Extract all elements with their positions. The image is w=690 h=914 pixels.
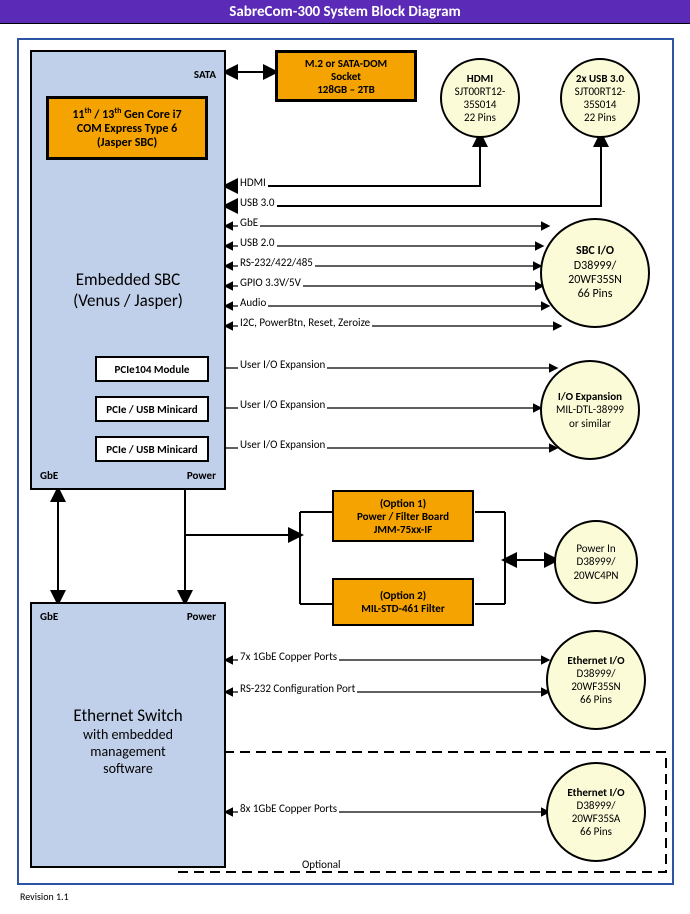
sata-label: SATA (194, 68, 216, 81)
hdmi-l2: 35S014 (464, 98, 497, 111)
pcie104-module: PCIe104 Module (95, 356, 209, 382)
eth1-l1: D38999/ (577, 667, 616, 680)
ioexp-title: I/O Expansion (558, 390, 622, 403)
ioexp-l1: MIL-DTL-38999 (556, 403, 624, 416)
opt2-l1: (Option 2) (380, 589, 426, 602)
revision-label: Revision 1.1 (20, 890, 69, 903)
sbc-gbe-label: GbE (40, 469, 58, 482)
opt1-l1: (Option 1) (380, 497, 426, 510)
minicard-1: PCIe / USB Minicard (95, 396, 209, 422)
power-in-connector: Power In D38999/ 20WC4PN (554, 520, 638, 604)
eth-power-label: Power (187, 610, 216, 623)
eth2-l3: 66 Pins (580, 825, 612, 838)
bus-hdmi: HDMI (238, 176, 268, 189)
bus-gbe: GbE (238, 216, 260, 229)
hdmi-l1: SJT00RT12- (455, 85, 506, 98)
storage-l3: 128GB – 2TB (317, 83, 375, 96)
hdmi-title: HDMI (467, 72, 493, 85)
usb-l1: SJT00RT12- (575, 85, 626, 98)
pwr-title: Power In (576, 542, 615, 555)
ethernet-io-1-connector: Ethernet I/O D38999/ 20WF35SN 66 Pins (546, 630, 646, 730)
opt2-l2: MIL-STD-461 Filter (361, 602, 445, 615)
hdmi-connector: HDMI SJT00RT12- 35S014 22 Pins (440, 58, 520, 138)
bus-cfg: RS-232 Configuration Port (238, 682, 357, 695)
bus-usb30: USB 3.0 (238, 196, 277, 209)
eth1-l3: 66 Pins (580, 693, 612, 706)
sbcio-l1: D38999/ (574, 259, 616, 273)
sbc-title-line1: Embedded SBC (76, 269, 181, 290)
eth2-title: Ethernet I/O (567, 786, 624, 799)
usb-title: 2x USB 3.0 (576, 72, 624, 85)
bus-rs: RS-232/422/485 (238, 256, 315, 269)
usb-l2: 35S014 (584, 98, 617, 111)
hdmi-l3: 22 Pins (464, 111, 496, 124)
eth-line3: management (90, 743, 165, 760)
bus-uio3: User I/O Expansion (238, 438, 327, 451)
ethernet-switch-block: GbE Power Ethernet Switch with embedded … (30, 602, 226, 868)
opt1-l3: JMM-75xx-IF (374, 523, 433, 536)
ethernet-io-2-connector: Ethernet I/O D38999/ 20WF35SA 66 Pins (546, 762, 646, 862)
storage-block: M.2 or SATA-DOM Socket 128GB – 2TB (275, 50, 417, 102)
usb-connector: 2x USB 3.0 SJT00RT12- 35S014 22 Pins (560, 58, 640, 138)
com-line2: COM Express Type 6 (77, 122, 177, 136)
sbcio-l3: 66 Pins (578, 287, 613, 301)
eth-line2: with embedded (83, 726, 173, 743)
eth2-l2: 20WF35SA (572, 812, 620, 825)
sbc-title-line2: (Venus / Jasper) (73, 290, 183, 311)
sbcio-title: SBC I/O (576, 244, 614, 258)
usb-l3: 22 Pins (584, 111, 616, 124)
com-line3: (Jasper SBC) (97, 136, 157, 150)
bus-gpio: GPIO 3.3V/5V (238, 276, 303, 289)
option2-block: (Option 2) MIL-STD-461 Filter (332, 578, 474, 626)
bus-uio2: User I/O Expansion (238, 398, 327, 411)
minicard-2: PCIe / USB Minicard (95, 436, 209, 462)
optional-label: Optional (300, 858, 343, 871)
sbcio-l2: 20WF35SN (568, 273, 622, 287)
eth2-l1: D38999/ (577, 799, 616, 812)
ioexp-l2: or similar (569, 417, 611, 430)
com-line1: 11th / 13th Gen Core i7 (72, 106, 181, 122)
pwr-l1: D38999/ (577, 555, 616, 568)
eth-line1: Ethernet Switch (73, 705, 182, 726)
bus-usb20: USB 2.0 (238, 236, 277, 249)
storage-l2: Socket (331, 70, 361, 83)
eth-line4: software (103, 760, 153, 777)
storage-l1: M.2 or SATA-DOM (305, 57, 387, 70)
sbc-power-label: Power (187, 469, 216, 482)
opt1-l2: Power / Filter Board (357, 510, 449, 523)
bus-i2c: I2C, PowerBtn, Reset, Zeroize (238, 316, 372, 329)
eth-gbe-label: GbE (40, 610, 58, 623)
diagram-stage: SabreCom-300 System Block Diagram (0, 0, 690, 914)
io-expansion-connector: I/O Expansion MIL-DTL-38999 or similar (540, 360, 640, 460)
eth1-l2: 20WF35SN (571, 680, 620, 693)
eth1-title: Ethernet I/O (567, 654, 624, 667)
sbc-io-connector: SBC I/O D38999/ 20WF35SN 66 Pins (540, 218, 650, 328)
bus-eth8: 8x 1GbE Copper Ports (238, 802, 339, 815)
bus-audio: Audio (238, 296, 268, 309)
com-express-block: 11th / 13th Gen Core i7 COM Express Type… (46, 96, 208, 160)
pwr-l2: 20WC4PN (573, 569, 618, 582)
bus-uio1: User I/O Expansion (238, 358, 327, 371)
option1-block: (Option 1) Power / Filter Board JMM-75xx… (332, 490, 474, 542)
bus-eth7: 7x 1GbE Copper Ports (238, 650, 339, 663)
title-bar: SabreCom-300 System Block Diagram (0, 0, 690, 24)
